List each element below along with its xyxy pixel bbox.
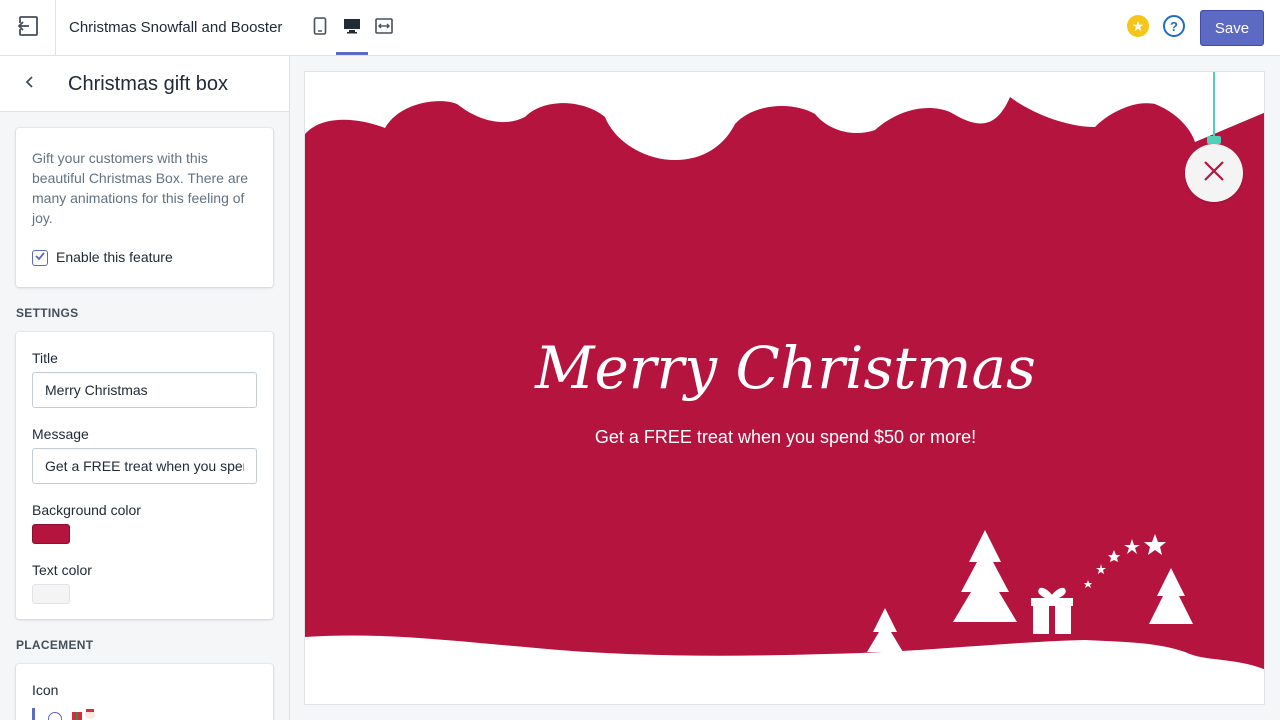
mobile-icon — [313, 16, 327, 40]
save-button[interactable]: Save — [1200, 10, 1264, 46]
exit-icon — [17, 15, 39, 42]
feature-description: Gift your customers with this beautiful … — [32, 150, 249, 226]
desktop-view-button[interactable] — [336, 14, 368, 42]
fullwidth-view-button[interactable] — [368, 14, 400, 42]
ornament-cap — [1207, 136, 1221, 144]
back-button[interactable] — [18, 72, 42, 96]
background-color-label: Background color — [32, 502, 141, 518]
text-color-label: Text color — [32, 562, 92, 578]
message-label: Message — [32, 426, 89, 442]
checkmark-icon — [34, 249, 46, 267]
icon-radio[interactable] — [48, 712, 62, 720]
close-icon — [1202, 159, 1226, 188]
preview-canvas: Merry Christmas Get a FREE treat when yo… — [304, 71, 1265, 705]
sidebar-header: Christmas gift box — [0, 56, 289, 112]
help-icon[interactable]: ? — [1163, 15, 1185, 37]
exit-button[interactable] — [0, 0, 56, 56]
feature-card: Gift your customers with this beautiful … — [16, 128, 273, 287]
settings-card: Title Message Background color Text colo… — [16, 332, 273, 619]
mobile-view-button[interactable] — [304, 14, 336, 42]
star-icon[interactable]: ★ — [1127, 15, 1149, 37]
page-title: Christmas gift box — [68, 73, 229, 95]
active-view-indicator — [336, 52, 368, 55]
title-label: Title — [32, 350, 58, 366]
preview-title: Merry Christmas — [535, 334, 1036, 402]
background-color-swatch[interactable] — [32, 524, 70, 544]
title-input[interactable] — [32, 372, 257, 408]
desktop-icon — [343, 18, 361, 39]
preview-message: Get a FREE treat when you spend $50 or m… — [594, 427, 977, 447]
enable-label: Enable this feature — [56, 249, 173, 265]
settings-heading: SETTINGS — [16, 306, 79, 320]
icon-label: Icon — [32, 682, 59, 698]
gift-icon — [70, 706, 98, 720]
fullwidth-icon — [375, 17, 393, 39]
placement-heading: PLACEMENT — [16, 638, 94, 652]
app-title: Christmas Snowfall and Booster — [69, 19, 283, 36]
message-input[interactable] — [32, 448, 257, 484]
text-color-swatch[interactable] — [32, 584, 70, 604]
enable-checkbox[interactable] — [32, 250, 48, 266]
close-button[interactable] — [1185, 144, 1243, 202]
top-bar: Christmas Snowfall and Booster ★ ? Save — [0, 0, 1280, 56]
icon-option-indicator — [32, 708, 35, 720]
chevron-left-icon — [24, 75, 36, 94]
placement-card: Icon — [16, 664, 273, 720]
sidebar: Christmas gift box Gift your customers w… — [0, 56, 290, 720]
